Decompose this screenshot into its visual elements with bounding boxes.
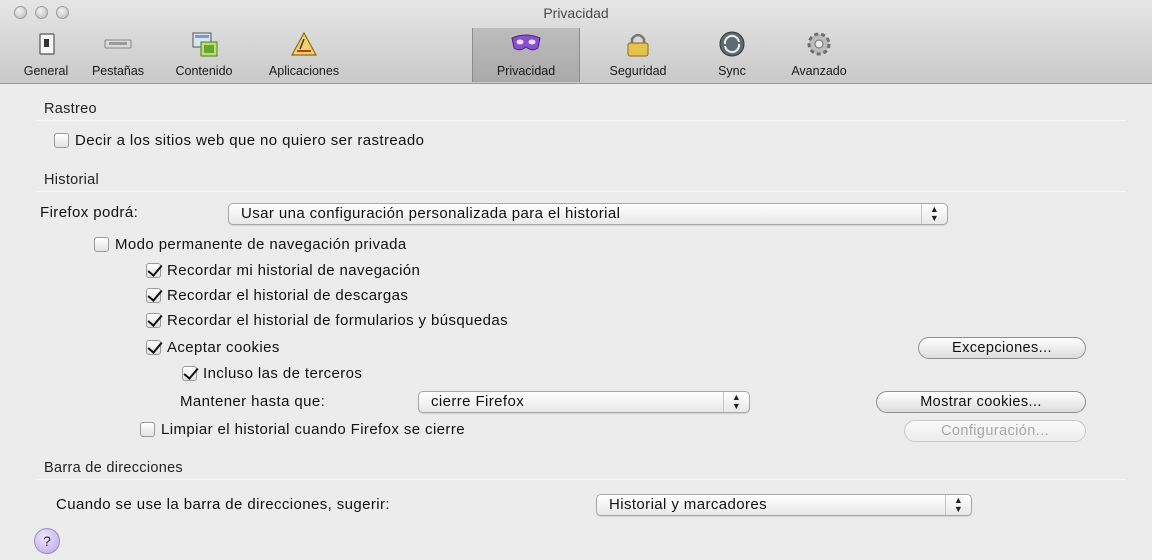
third-party-option[interactable]: Incluso las de terceros (182, 365, 362, 382)
suggest-label: Cuando se use la barra de direcciones, s… (56, 496, 390, 513)
history-mode-select[interactable]: Usar una configuración personalizada par… (228, 203, 948, 225)
applications-icon (290, 31, 318, 56)
tab-label: Pestañas (91, 64, 145, 78)
gear-icon (807, 32, 831, 56)
tab-privacy[interactable]: Privacidad (472, 28, 580, 82)
dnt-option[interactable]: Decir a los sitios web que no quiero ser… (54, 132, 424, 149)
third-party-label: Incluso las de terceros (203, 365, 363, 382)
window-title: Privacidad (543, 5, 609, 21)
tab-security[interactable]: Seguridad (590, 28, 686, 82)
padlock-icon (627, 33, 649, 57)
accept-cookies-label: Aceptar cookies (167, 339, 280, 356)
tab-label: Aplicaciones (268, 64, 340, 78)
remember-browsing-checkbox[interactable] (146, 263, 161, 278)
suggest-select[interactable]: Historial y marcadores ▲ ▼ (596, 494, 972, 516)
dnt-label: Decir a los sitios web que no quiero ser… (75, 132, 425, 149)
tab-sync[interactable]: Sync (700, 28, 764, 82)
clear-on-close-option[interactable]: Limpiar el historial cuando Firefox se c… (140, 421, 465, 438)
updown-arrows-icon: ▲ ▼ (945, 495, 971, 515)
private-mode-option[interactable]: Modo permanente de navegación privada (94, 236, 407, 253)
remember-downloads-checkbox[interactable] (146, 288, 161, 303)
remember-downloads-option[interactable]: Recordar el historial de descargas (146, 287, 408, 304)
tabs-icon (104, 39, 132, 49)
tab-label: Contenido (175, 64, 233, 78)
remember-forms-label: Recordar el historial de formularios y b… (167, 312, 509, 329)
third-party-checkbox[interactable] (182, 366, 197, 381)
help-button[interactable]: ? (34, 528, 60, 554)
tab-tabs[interactable]: Pestañas (80, 28, 156, 82)
remember-forms-checkbox[interactable] (146, 313, 161, 328)
clear-on-close-checkbox[interactable] (140, 422, 155, 437)
history-settings-button[interactable]: Configuración... (904, 420, 1086, 442)
exceptions-button[interactable]: Excepciones... (918, 337, 1086, 359)
tracking-section-title: Rastreo (44, 101, 97, 117)
tab-label: General (23, 64, 69, 78)
history-mode-value: Usar una configuración personalizada par… (241, 205, 621, 222)
section-divider (36, 479, 1126, 480)
remember-browsing-option[interactable]: Recordar mi historial de navegación (146, 262, 420, 279)
tab-applications[interactable]: Aplicaciones (250, 28, 358, 82)
tab-general[interactable]: General (14, 28, 78, 82)
accept-cookies-checkbox[interactable] (146, 340, 161, 355)
tab-advanced[interactable]: Avanzado (776, 28, 862, 82)
general-icon (39, 33, 55, 55)
content-icon (192, 32, 218, 57)
sync-icon (719, 31, 745, 57)
tab-label: Sync (718, 64, 746, 78)
remember-forms-option[interactable]: Recordar el historial de formularios y b… (146, 312, 508, 329)
remember-downloads-label: Recordar el historial de descargas (167, 287, 409, 304)
tab-label: Seguridad (609, 64, 667, 78)
remember-browsing-label: Recordar mi historial de navegación (167, 262, 421, 279)
show-cookies-button[interactable]: Mostrar cookies... (876, 391, 1086, 413)
suggest-value: Historial y marcadores (609, 496, 768, 513)
tab-label: Avanzado (791, 64, 847, 78)
tab-content[interactable]: Contenido (160, 28, 248, 82)
updown-arrows-icon: ▲ ▼ (723, 392, 749, 412)
section-divider (36, 120, 1126, 121)
updown-arrows-icon: ▲ ▼ (921, 204, 947, 224)
keep-until-label: Mantener hasta que: (180, 393, 326, 410)
privacy-mask-icon (511, 34, 541, 51)
tab-label: Privacidad (496, 64, 556, 78)
dnt-checkbox[interactable] (54, 133, 69, 148)
location-bar-section-title: Barra de direcciones (44, 460, 183, 476)
window-toolbar: Privacidad General Pestañas Contenido Ap… (0, 0, 1152, 84)
history-mode-label: Firefox podrá: (40, 204, 139, 221)
private-mode-label: Modo permanente de navegación privada (115, 236, 407, 253)
private-mode-checkbox[interactable] (94, 237, 109, 252)
section-divider (36, 191, 1126, 192)
history-section-title: Historial (44, 172, 100, 188)
accept-cookies-option[interactable]: Aceptar cookies (146, 339, 280, 356)
clear-on-close-label: Limpiar el historial cuando Firefox se c… (161, 421, 465, 438)
keep-until-select[interactable]: cierre Firefox ▲ ▼ (418, 391, 750, 413)
keep-until-value: cierre Firefox (431, 393, 525, 410)
